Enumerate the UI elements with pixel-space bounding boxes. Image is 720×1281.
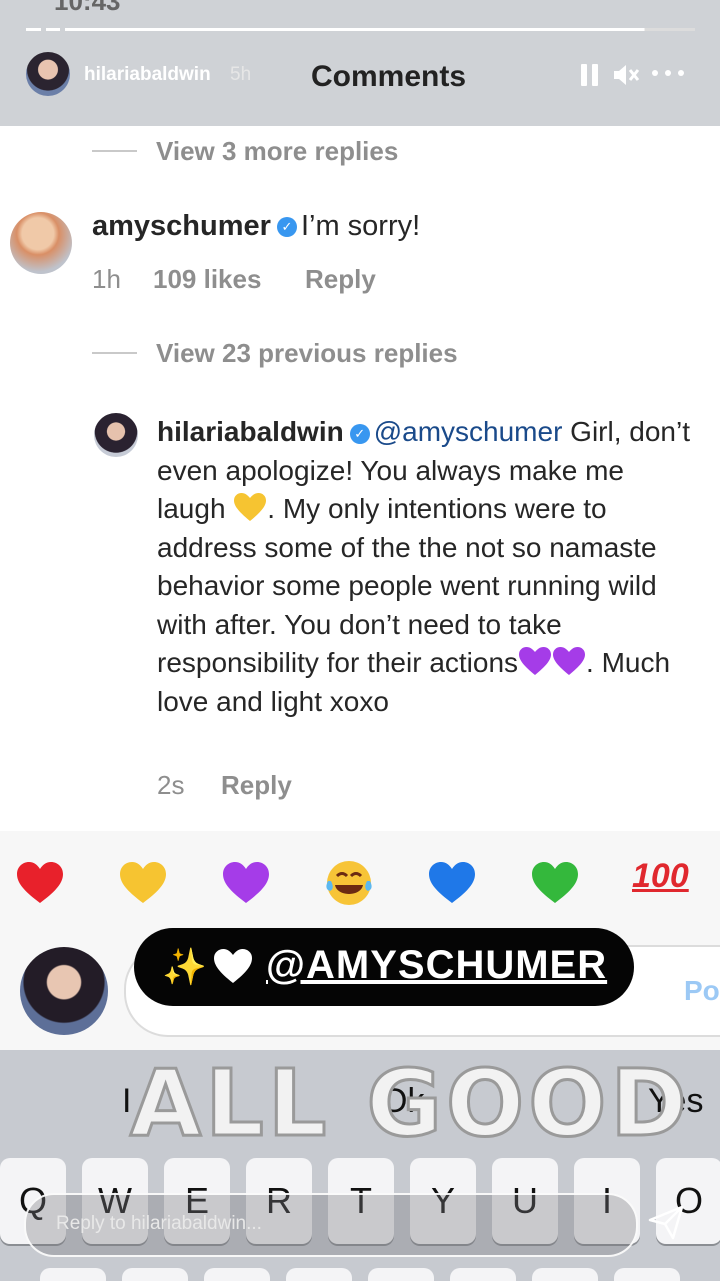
view-more-replies-link[interactable]: View 3 more replies	[156, 136, 398, 167]
green-heart-icon[interactable]	[529, 857, 581, 909]
key[interactable]	[450, 1268, 516, 1281]
yellow-heart-icon	[234, 493, 267, 521]
story-age: 5h	[230, 64, 252, 85]
comment-row: amyschumer ✓ I’m sorry!	[92, 210, 420, 243]
keyboard: I Ok Yes ALL GOOD Q W E R T Y U I O Repl…	[0, 1049, 720, 1281]
page-title: Comments	[311, 60, 467, 93]
story-username[interactable]: hilariabaldwin	[84, 64, 211, 86]
key[interactable]	[204, 1268, 270, 1281]
reply-placeholder: Reply to hilariabaldwin...	[56, 1213, 262, 1234]
comment-time: 1h	[92, 264, 121, 294]
divider	[92, 150, 137, 152]
emoji-bar: 100	[0, 831, 720, 935]
comments-panel: View 3 more replies amyschumer ✓ I’m sorry…	[0, 126, 720, 831]
key[interactable]	[122, 1268, 188, 1281]
red-heart-icon[interactable]	[14, 857, 66, 909]
purple-heart-icon	[519, 647, 552, 675]
send-icon[interactable]	[646, 1202, 686, 1242]
yellow-heart-icon[interactable]	[117, 857, 169, 909]
reply-username[interactable]: hilariabaldwin	[157, 416, 344, 447]
divider	[92, 352, 137, 354]
avatar[interactable]	[94, 413, 138, 457]
key[interactable]	[368, 1268, 434, 1281]
overlay-text: ALL GOOD	[129, 1049, 691, 1159]
mention-sticker[interactable]: ✨ @AMYSCHUMER	[134, 928, 634, 1006]
key[interactable]	[40, 1268, 106, 1281]
avatar[interactable]	[26, 52, 70, 96]
story-screen: 10:43 hilariabaldwin 5h Comments View 3 …	[0, 0, 720, 1281]
comment-likes[interactable]: 109 likes	[153, 264, 261, 295]
pause-icon[interactable]	[581, 64, 599, 86]
verified-icon: ✓	[276, 217, 297, 238]
hundred-points-icon[interactable]: 100	[632, 857, 689, 896]
key[interactable]	[286, 1268, 352, 1281]
purple-heart-icon	[553, 647, 586, 675]
key[interactable]	[614, 1268, 680, 1281]
purple-heart-icon[interactable]	[220, 857, 272, 909]
key[interactable]	[532, 1268, 598, 1281]
verified-icon: ✓	[349, 423, 370, 444]
progress-segment	[46, 28, 60, 31]
comment-text: I’m sorry!	[300, 210, 421, 242]
reply-button[interactable]: Reply	[305, 264, 376, 295]
reply-button[interactable]: Reply	[221, 770, 292, 801]
story-reply-input[interactable]: Reply to hilariabaldwin...	[24, 1193, 638, 1257]
story-header: hilariabaldwin 5h Comments	[0, 44, 720, 124]
post-button[interactable]: Po	[684, 975, 720, 1007]
reply-time: 2s	[157, 770, 185, 800]
reply-comment: hilariabaldwin ✓ @amyschumer Girl, don’t e…	[157, 413, 692, 721]
sparkles-icon: ✨	[162, 946, 207, 987]
mute-icon[interactable]	[612, 62, 640, 88]
white-heart-icon	[214, 949, 252, 983]
more-icon[interactable]	[652, 70, 686, 78]
avatar	[20, 947, 108, 1035]
comment-username[interactable]: amyschumer	[92, 210, 271, 242]
story-progress	[26, 28, 696, 31]
blue-heart-icon[interactable]	[426, 857, 478, 909]
status-time: 10:43	[54, 0, 121, 16]
progress-segment	[26, 28, 41, 31]
tears-of-joy-icon[interactable]	[323, 857, 375, 909]
progress-segment-active	[65, 28, 695, 31]
avatar[interactable]	[10, 212, 72, 274]
mention-link[interactable]: @amyschumer	[374, 416, 563, 447]
view-previous-replies-link[interactable]: View 23 previous replies	[156, 338, 458, 369]
sticker-mention[interactable]: @AMYSCHUMER	[266, 943, 607, 988]
